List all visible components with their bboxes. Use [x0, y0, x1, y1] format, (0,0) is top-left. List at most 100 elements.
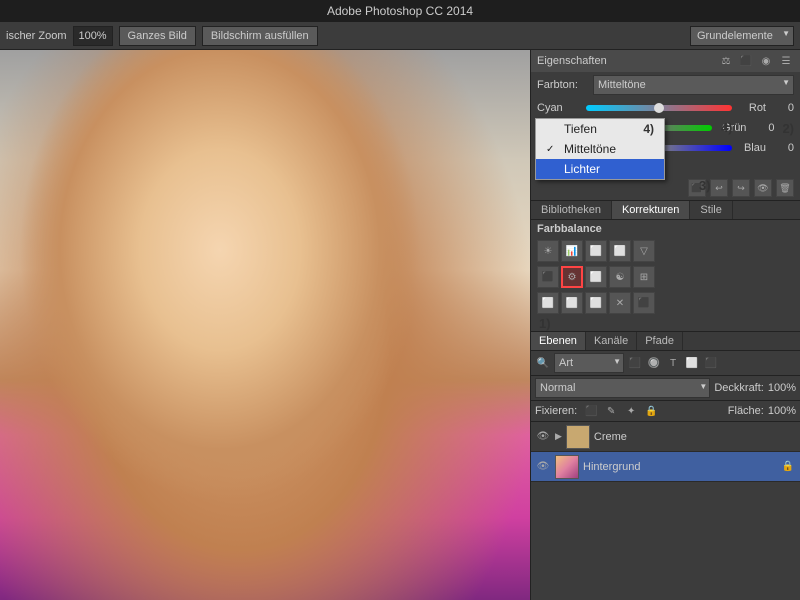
action-icon-1[interactable]: ⬛ — [688, 179, 706, 197]
workspace-select[interactable]: Grundelemente — [690, 26, 794, 46]
top-toolbar: ischer Zoom Ganzes Bild Bildschirm ausfü… — [0, 22, 800, 50]
art-select[interactable]: Art — [554, 353, 624, 373]
ebenen-tabs: Ebenen Kanäle Pfade — [531, 332, 800, 351]
ebenen-toolbar: 🔍 Art ⬛ 🔘 T ⬜ ⬛ — [531, 351, 800, 376]
adj-icon-13[interactable]: ⬜ — [585, 292, 607, 314]
adj-icon-15[interactable]: ⬛ — [633, 292, 655, 314]
layer-icon-3[interactable]: ⬜ — [684, 355, 700, 371]
layer-creme[interactable]: 👁 ▶ Creme — [531, 422, 800, 452]
fixieren-label: Fixieren: — [535, 405, 577, 417]
layer-icon-2[interactable]: 🔘 — [646, 355, 662, 371]
dropdown-label-tiefen: Tiefen — [564, 122, 597, 136]
tab-korrekturen[interactable]: Korrekturen — [612, 201, 690, 219]
panel-icon2[interactable]: ⬛ — [738, 53, 754, 69]
app-title: Adobe Photoshop CC 2014 — [327, 4, 473, 18]
dropdown-item-mitteltoene[interactable]: ✓ Mitteltöne — [536, 139, 664, 159]
fix-icon-2[interactable]: ✎ — [603, 403, 619, 419]
adj-icon-4[interactable]: ⬜ — [609, 240, 631, 262]
action-icon-5[interactable]: 🗑 — [776, 179, 794, 197]
farbton-select-wrap: Mitteltöne — [593, 75, 794, 95]
ebenen-tab-kanaele[interactable]: Kanäle — [586, 332, 637, 350]
dropdown-label-lichter: Lichter — [564, 162, 600, 176]
canvas-area — [0, 50, 530, 600]
tabs-row: Bibliotheken Korrekturen Stile — [531, 201, 800, 220]
main-layout: Eigenschaften ⚖ ⬛ ◉ ☰ Farbton: Mitteltön… — [0, 50, 800, 600]
fix-icon-4[interactable]: 🔒 — [643, 403, 659, 419]
ganzes-bild-button[interactable]: Ganzes Bild — [119, 26, 196, 46]
icon-grid-1: ☀ 📊 ⬜ ⬜ ▽ — [531, 238, 800, 264]
flaeche-label: Fläche: — [728, 405, 764, 417]
search-icon[interactable]: 🔍 — [535, 355, 551, 371]
layer-creme-arrow[interactable]: ▶ — [555, 431, 562, 442]
cyan-label-right: Rot — [736, 102, 766, 114]
zoom-input[interactable] — [73, 26, 113, 46]
layers-list: 👁 ▶ Creme 👁 Hintergrund 🔒 — [531, 422, 800, 600]
normal-select[interactable]: Normal — [535, 378, 710, 398]
layer-hintergrund[interactable]: 👁 Hintergrund 🔒 — [531, 452, 800, 482]
cyan-slider-container — [586, 100, 732, 116]
ebenen-panel: Ebenen Kanäle Pfade 🔍 Art ⬛ 🔘 T ⬜ ⬛ — [531, 331, 800, 600]
action-icon-2[interactable]: ↩ — [710, 179, 728, 197]
cyan-value: 0 — [774, 102, 794, 114]
adj-icon-1[interactable]: ☀ — [537, 240, 559, 262]
adj-icon-10[interactable]: ⊞ — [633, 266, 655, 288]
deckkraft-label: Deckkraft: — [714, 382, 764, 394]
normal-select-wrap: Normal — [535, 378, 710, 398]
dropdown-menu: Tiefen 4) ✓ Mitteltöne Lichter — [535, 118, 665, 180]
zoom-label: ischer Zoom — [6, 30, 67, 42]
farbton-select[interactable]: Mitteltöne — [593, 75, 794, 95]
adj-icon-9[interactable]: ☯ — [609, 266, 631, 288]
adj-icon-5[interactable]: ▽ — [633, 240, 655, 262]
panel-icon3[interactable]: ◉ — [758, 53, 774, 69]
adj-icon-11[interactable]: ⬜ — [537, 292, 559, 314]
gelb-value: 0 — [774, 142, 794, 154]
cyan-label-left: Cyan — [537, 102, 582, 114]
title-bar: Adobe Photoshop CC 2014 — [0, 0, 800, 22]
panel-menu-icon[interactable]: ☰ — [778, 53, 794, 69]
layer-icon-4[interactable]: ⬛ — [703, 355, 719, 371]
magenta-label-right: Grün — [716, 122, 746, 134]
checkmark-mitteltoene: ✓ — [546, 144, 558, 155]
layer-thumb-creme — [566, 425, 590, 449]
adj-icon-6[interactable]: ⬛ — [537, 266, 559, 288]
marker-4: 4) — [643, 122, 654, 136]
action-icon-4[interactable]: 👁 — [754, 179, 772, 197]
marker-1: 1) — [539, 316, 551, 331]
adj-icon-2[interactable]: 📊 — [561, 240, 583, 262]
layer-eye-creme[interactable]: 👁 — [535, 429, 551, 445]
scale-icon[interactable]: ⚖ — [718, 53, 734, 69]
adj-icon-8[interactable]: ⬜ — [585, 266, 607, 288]
adj-icon-farbbalance[interactable]: ⚙ — [561, 266, 583, 288]
cyan-thumb[interactable] — [654, 103, 664, 113]
deckkraft-value: 100% — [768, 382, 796, 394]
dropdown-item-tiefen[interactable]: Tiefen 4) — [536, 119, 664, 139]
normal-row: Normal Deckkraft: 100% — [531, 376, 800, 401]
layer-lock-hintergrund: 🔒 — [780, 459, 796, 475]
action-icon-3[interactable]: ↪ — [732, 179, 750, 197]
bildschirm-ausfullen-button[interactable]: Bildschirm ausfüllen — [202, 26, 318, 46]
adj-icon-14[interactable]: ✕ — [609, 292, 631, 314]
layer-thumb-hintergrund — [555, 455, 579, 479]
cyan-track — [586, 105, 732, 111]
layer-icon-1[interactable]: ⬛ — [627, 355, 643, 371]
right-panel: Eigenschaften ⚖ ⬛ ◉ ☰ Farbton: Mitteltön… — [530, 50, 800, 600]
icon-grid-3: ⬜ ⬜ ⬜ ✕ ⬛ — [531, 290, 800, 316]
icon-grid-2: ⬛ ⚙ ⬜ ☯ ⊞ — [531, 264, 800, 290]
flaeche-value: 100% — [768, 405, 796, 417]
workspace-select-wrap: Grundelemente — [690, 26, 794, 46]
fix-icon-3[interactable]: ✦ — [623, 403, 639, 419]
gelb-label-right: Blau — [736, 142, 766, 154]
tab-bibliotheken[interactable]: Bibliotheken — [531, 201, 612, 219]
layer-icon-T[interactable]: T — [665, 355, 681, 371]
dropdown-item-lichter[interactable]: Lichter — [536, 159, 664, 179]
tab-stile[interactable]: Stile — [690, 201, 732, 219]
panel-header-icons: ⚖ ⬛ ◉ ☰ — [718, 53, 794, 69]
adj-icon-3[interactable]: ⬜ — [585, 240, 607, 262]
art-select-wrap: Art — [554, 353, 624, 373]
ebenen-tab-ebenen[interactable]: Ebenen — [531, 332, 586, 350]
magenta-value: 0 — [754, 122, 774, 134]
adj-icon-12[interactable]: ⬜ — [561, 292, 583, 314]
ebenen-tab-pfade[interactable]: Pfade — [637, 332, 683, 350]
layer-eye-hintergrund[interactable]: 👁 — [535, 459, 551, 475]
fix-icon-1[interactable]: ⬛ — [583, 403, 599, 419]
